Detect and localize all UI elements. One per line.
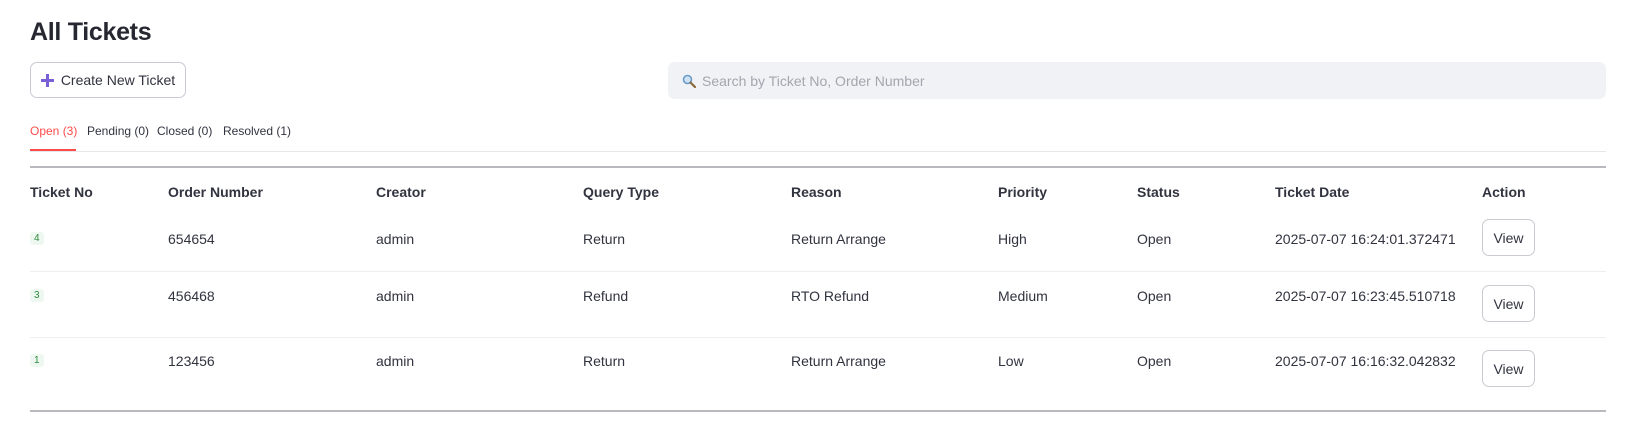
ticket-date-cell: 2025-07-07 16:24:01.372471 (1275, 231, 1456, 247)
status-cell: Open (1137, 288, 1172, 304)
order-number-cell: 654654 (168, 231, 215, 247)
query-type-cell: Refund (583, 288, 629, 304)
column-header-query-type: Query Type (583, 184, 659, 200)
column-header-priority: Priority (998, 184, 1048, 200)
priority-cell: High (998, 231, 1027, 247)
search-box[interactable] (668, 62, 1606, 99)
table-row: 4 654654 admin Return Return Arrange Hig… (30, 219, 1606, 272)
order-number-cell: 123456 (168, 353, 215, 369)
priority-cell: Medium (998, 288, 1048, 304)
search-icon (682, 74, 697, 88)
column-header-reason: Reason (791, 184, 842, 200)
order-number-cell: 456468 (168, 288, 215, 304)
tab-resolved[interactable]: Resolved (1) (223, 124, 291, 150)
tab-open[interactable]: Open (3) (30, 124, 77, 150)
column-header-ticket-date: Ticket Date (1275, 184, 1350, 200)
priority-cell: Low (998, 353, 1024, 369)
view-ticket-button[interactable]: View (1482, 350, 1535, 387)
status-cell: Open (1137, 353, 1172, 369)
create-new-ticket-label: Create New Ticket (60, 72, 176, 88)
tickets-page: All Tickets Create New Ticket Open (3) P… (0, 0, 1628, 428)
view-ticket-button[interactable]: View (1482, 219, 1535, 256)
creator-cell: admin (376, 353, 415, 369)
ticket-number-badge: 3 (30, 289, 44, 302)
reason-cell: RTO Refund (791, 288, 870, 304)
ticket-number-badge: 4 (30, 232, 44, 245)
ticket-number-badge: 1 (30, 354, 44, 367)
column-header-creator: Creator (376, 184, 426, 200)
status-cell: Open (1137, 231, 1172, 247)
reason-cell: Return Arrange (791, 353, 886, 369)
active-tab-indicator (30, 149, 76, 151)
ticket-date-cell: 2025-07-07 16:23:45.510718 (1275, 288, 1456, 304)
plus-icon (40, 73, 54, 87)
column-header-ticket-no: Ticket No (30, 184, 93, 200)
table-row: 1 123456 admin Return Return Arrange Low… (30, 338, 1606, 404)
status-tabs: Open (3) Pending (0) Closed (0) Resolved… (30, 120, 1606, 152)
create-new-ticket-button[interactable]: Create New Ticket (30, 62, 186, 98)
column-header-action: Action (1482, 184, 1526, 200)
table-top-divider (30, 166, 1606, 168)
reason-cell: Return Arrange (791, 231, 886, 247)
view-ticket-button[interactable]: View (1482, 285, 1535, 322)
tab-closed[interactable]: Closed (0) (157, 124, 212, 150)
table-row: 3 456468 admin Refund RTO Refund Medium … (30, 272, 1606, 338)
table-bottom-divider (30, 410, 1606, 412)
column-header-order-number: Order Number (168, 184, 263, 200)
page-title: All Tickets (30, 18, 152, 46)
query-type-cell: Return (583, 231, 626, 247)
search-input[interactable] (702, 72, 1582, 89)
ticket-date-cell: 2025-07-07 16:16:32.042832 (1275, 353, 1456, 369)
query-type-cell: Return (583, 353, 626, 369)
creator-cell: admin (376, 288, 415, 304)
creator-cell: admin (376, 231, 415, 247)
column-header-status: Status (1137, 184, 1180, 200)
tab-pending[interactable]: Pending (0) (87, 124, 149, 150)
